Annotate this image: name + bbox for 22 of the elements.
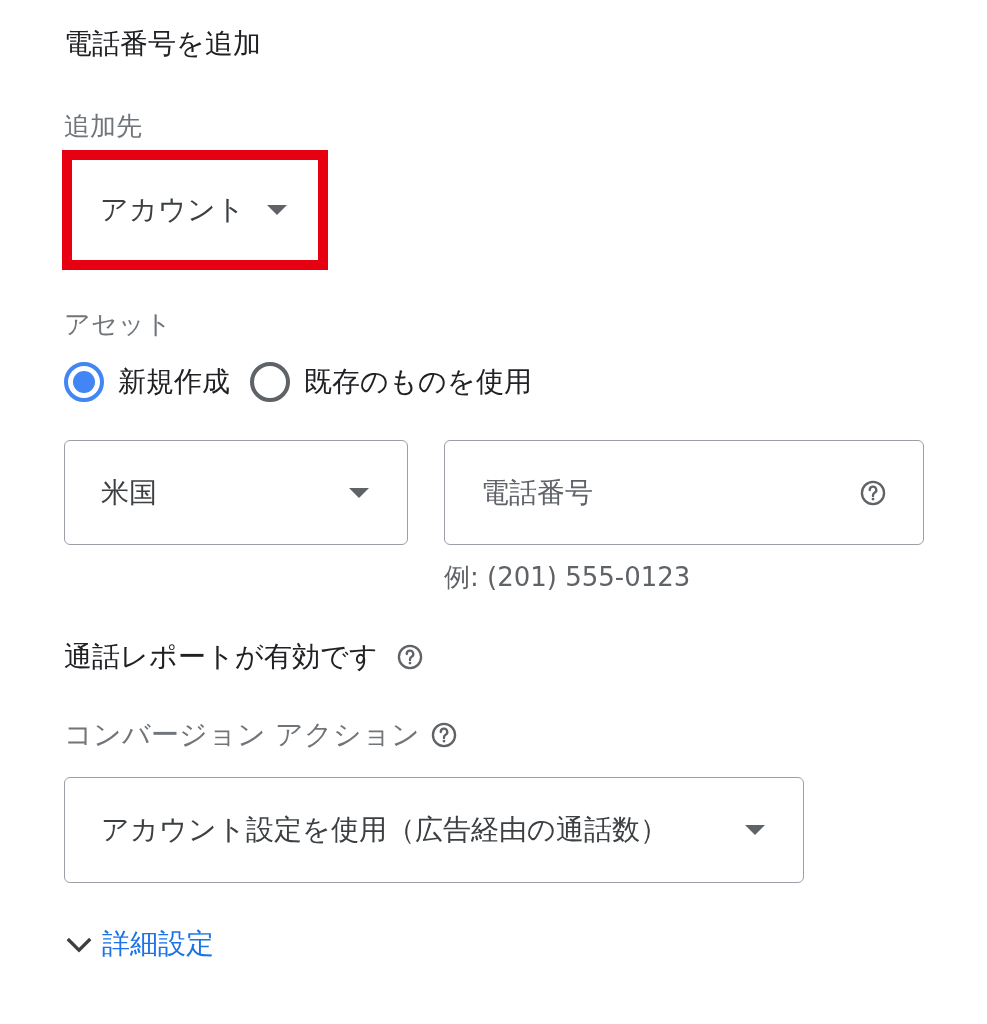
phone-number-input[interactable]: 電話番号	[481, 476, 849, 509]
advanced-settings-link[interactable]: 詳細設定	[64, 925, 214, 963]
radio-option[interactable]: 既存のものを使用	[250, 362, 532, 402]
status-text: 通話レポートが有効です	[64, 639, 378, 675]
phone-number-field[interactable]: 電話番号	[444, 440, 924, 545]
radio-option[interactable]: 新規作成	[64, 362, 230, 402]
radio-icon[interactable]	[64, 362, 104, 402]
dialog-title: 電話番号を追加	[64, 26, 262, 62]
conversion-action-dropdown[interactable]: アカウント設定を使用（広告経由の通話数）	[64, 777, 804, 883]
help-icon[interactable]	[396, 643, 424, 671]
field-label: アセット	[64, 308, 173, 341]
radio-icon[interactable]	[250, 362, 290, 402]
field-label: 追加先	[64, 110, 143, 143]
country-dropdown[interactable]: 米国	[64, 440, 408, 545]
field-label: コンバージョン アクション	[64, 717, 420, 753]
help-icon[interactable]	[429, 721, 458, 749]
dropdown-caret-icon	[745, 825, 765, 835]
dropdown-caret-icon	[349, 487, 369, 498]
dropdown-caret-icon	[267, 205, 287, 215]
destination-dropdown[interactable]: アカウント	[62, 150, 328, 270]
hint-text: 例: (201) 555-0123	[444, 561, 692, 594]
help-icon[interactable]	[859, 478, 887, 507]
